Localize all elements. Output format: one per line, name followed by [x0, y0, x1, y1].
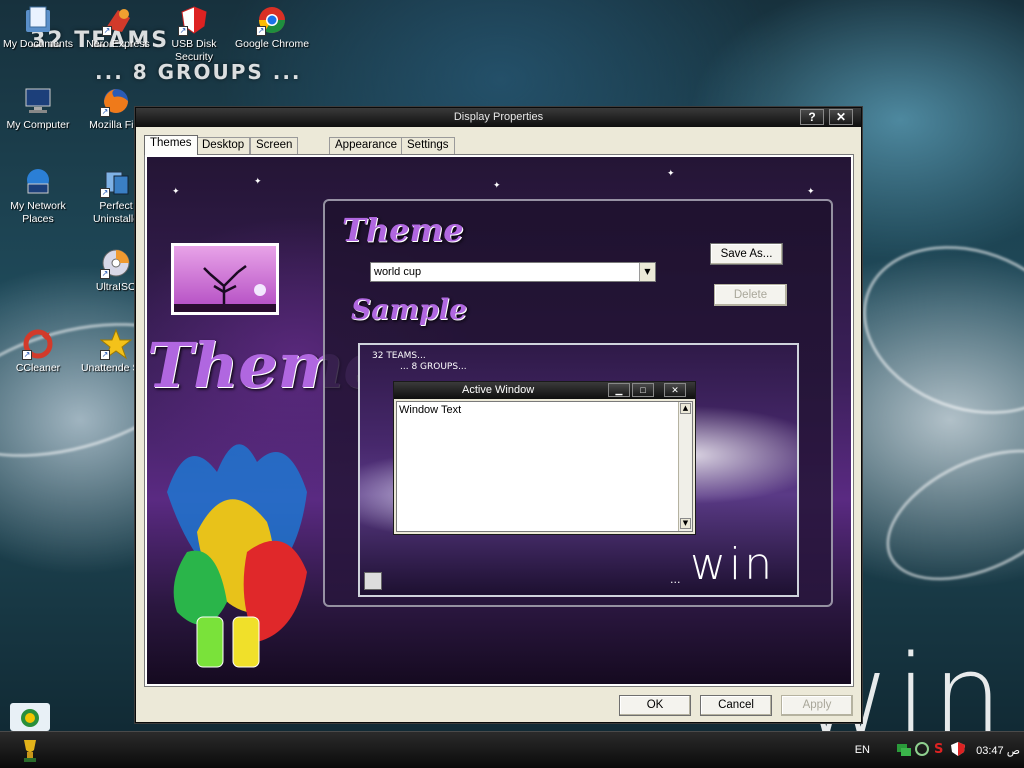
sample-window-body: Window Text ▲ ▼: [396, 401, 693, 532]
tab-settings[interactable]: Settings: [401, 137, 455, 154]
scroll-down-icon: ▼: [680, 518, 691, 529]
sample-heading: Sample: [351, 293, 468, 326]
tab-screen-saver[interactable]: Screen Saver: [250, 137, 299, 166]
desktop-icon-label: My Documents: [2, 38, 74, 50]
ccleaner-icon: ↗: [22, 328, 54, 360]
desktop-icon-google-chrome[interactable]: ↗ Google Chrome: [234, 4, 310, 51]
shortcut-arrow-icon: ↗: [100, 350, 110, 360]
sample-window-text: Window Text: [399, 404, 462, 416]
desktop-icon-label: Perfect Uninstalle: [92, 200, 140, 225]
sample-active-window: Active Window ▁ □ ✕ Window Text ▲ ▼: [393, 381, 696, 535]
save-as-button[interactable]: Save As...: [710, 243, 783, 265]
tree-picture: [171, 243, 279, 315]
shortcut-arrow-icon: ↗: [100, 269, 110, 279]
desktop-icon-my-network-places[interactable]: My Network Places: [0, 166, 76, 226]
desktop-icon-label: UltraISO: [95, 281, 137, 293]
desktop-icon-label: USB Disk Security: [171, 38, 217, 63]
shortcut-arrow-icon: ↗: [102, 26, 112, 36]
desktop-icon-label: Nero Express: [86, 38, 150, 50]
antivirus-tray-icon[interactable]: S: [932, 740, 948, 758]
desktop-icon-label: My Computer: [6, 119, 70, 131]
apply-button[interactable]: Apply: [781, 695, 853, 716]
shortcut-arrow-icon: ↗: [178, 26, 188, 36]
shortcut-arrow-icon: ↗: [100, 107, 110, 117]
shortcut-arrow-icon: ↗: [256, 26, 266, 36]
sample-window-title: Active Window: [462, 384, 535, 396]
cancel-button[interactable]: Cancel: [700, 695, 772, 716]
star-icon: ✦: [807, 187, 815, 197]
language-indicator[interactable]: EN: [855, 744, 870, 756]
desktop-icon-my-computer[interactable]: My Computer: [0, 85, 76, 132]
desktop-icon-ccleaner[interactable]: ↗ CCleaner: [0, 328, 76, 375]
paint-splash-art: [157, 412, 317, 682]
desktop-icon-usb-disk-security[interactable]: ↗ USB Disk Security: [156, 4, 232, 64]
sample-window-titlebar: Active Window ▁ □ ✕: [394, 382, 695, 399]
theme-select-value: world cup: [374, 266, 422, 278]
ok-button[interactable]: OK: [619, 695, 691, 716]
star-icon: ✦: [667, 169, 675, 179]
sample-brand: win: [690, 539, 776, 590]
scroll-up-icon: ▲: [680, 403, 691, 414]
maximize-icon: □: [632, 383, 654, 397]
help-button[interactable]: ?: [800, 109, 824, 125]
star-icon: ✦: [493, 181, 501, 191]
shortcut-arrow-icon: ↗: [22, 350, 32, 360]
sample-theme-icon: [364, 572, 382, 590]
network-icon: [22, 166, 54, 198]
wallpaper-swirl: [866, 422, 1024, 608]
star-icon: ✦: [254, 177, 262, 187]
desktop-icon-nero-express[interactable]: ↗ Nero Express: [80, 4, 156, 51]
chevron-down-icon[interactable]: ▼: [639, 263, 655, 281]
uninstaller-icon: ↗: [100, 166, 132, 198]
sample-line2: ... 8 GROUPS...: [400, 362, 467, 372]
minimize-icon: ▁: [608, 383, 630, 397]
star-icon: ✦: [172, 187, 180, 197]
firefox-icon: ↗: [100, 85, 132, 117]
sample-scrollbar: ▲ ▼: [678, 402, 692, 531]
themes-artwork: ✦ ✦ ✦ ✦ ✦ Themes Theme Sample world cup …: [147, 157, 851, 684]
desktop-icon-my-documents[interactable]: My Documents: [0, 4, 76, 51]
world-cup-logo-icon[interactable]: [10, 703, 50, 731]
close-icon: ✕: [664, 383, 686, 397]
network-tray-icon[interactable]: [896, 741, 912, 757]
usb-shield-tray-icon[interactable]: [950, 741, 966, 757]
disc-icon: ↗: [100, 247, 132, 279]
shortcut-arrow-icon: ↗: [100, 188, 110, 198]
sample-line1: 32 TEAMS...: [372, 351, 426, 361]
folder-icon: [22, 4, 54, 36]
tab-themes[interactable]: Themes: [144, 135, 198, 155]
delete-button[interactable]: Delete: [714, 284, 787, 306]
nero-icon: ↗: [102, 4, 134, 36]
chrome-icon: ↗: [256, 4, 288, 36]
svg-text:S: S: [934, 742, 943, 757]
close-button[interactable]: ✕: [829, 109, 853, 125]
desktop-icon-label: Google Chrome: [234, 38, 310, 50]
desktop-icon-label: CCleaner: [15, 362, 61, 374]
taskbar: EN S 03:47 ص: [0, 731, 1024, 768]
sample-preview: 32 TEAMS... ... 8 GROUPS... Active Windo…: [358, 343, 799, 597]
tab-appearance[interactable]: Appearance: [329, 137, 404, 154]
usb-shield-icon: ↗: [178, 4, 210, 36]
theme-heading: Theme: [342, 211, 464, 249]
sync-tray-icon[interactable]: [914, 741, 930, 757]
star-icon: ↗: [99, 328, 133, 360]
themes-panel: ✦ ✦ ✦ ✦ ✦ Themes Theme Sample world cup …: [144, 154, 854, 687]
display-properties-dialog: Display Properties ? ✕ Themes Desktop Sc…: [135, 107, 862, 723]
start-button[interactable]: [18, 738, 42, 764]
wallpaper-swirl: [839, 217, 1024, 443]
theme-select[interactable]: world cup ▼: [370, 262, 656, 282]
desktop-icon-label: My Network Places: [10, 200, 66, 225]
clock[interactable]: 03:47 ص: [976, 744, 1020, 757]
computer-icon: [22, 85, 54, 117]
dialog-titlebar[interactable]: Display Properties ? ✕: [136, 108, 861, 127]
sample-footer-text: ...: [670, 573, 681, 586]
tab-desktop[interactable]: Desktop: [196, 137, 251, 154]
dialog-title: Display Properties: [453, 111, 544, 123]
